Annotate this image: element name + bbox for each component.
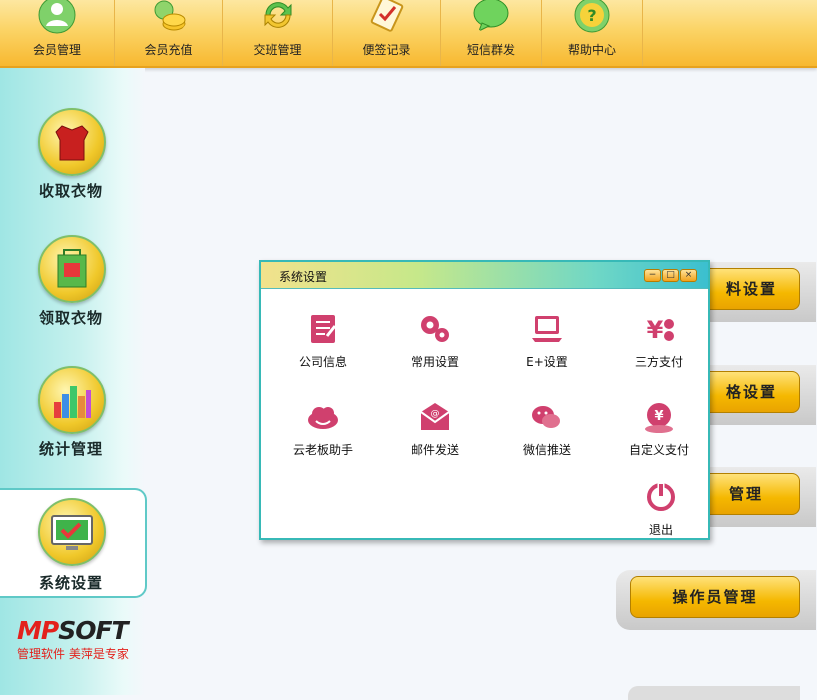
toolbar-member-management[interactable]: 会员管理 <box>0 0 115 66</box>
toolbar-label: 短信群发 <box>466 43 515 57</box>
operator-management-button[interactable]: 操作员管理 <box>616 570 816 630</box>
company-info-button[interactable]: 公司信息 <box>273 312 373 370</box>
dialog-title-bar[interactable]: 系统设置 − □ × <box>261 262 708 289</box>
svg-text:@: @ <box>431 409 440 419</box>
coat-icon <box>55 125 89 161</box>
toolbar-label: 会员管理 <box>32 43 81 57</box>
sidebar-icon-frame <box>38 235 106 303</box>
toolbar-sms-broadcast[interactable]: 短信群发 <box>441 0 542 66</box>
item-label: 退出 <box>648 523 673 537</box>
sidebar-icon-frame <box>38 498 106 566</box>
toolbar-label: 会员充值 <box>144 43 193 57</box>
mpsoft-logo: MPSOFT 管理软件 美萍是专家 <box>17 616 129 662</box>
company-info-icon <box>311 315 337 343</box>
help-icon: ? <box>574 0 610 33</box>
item-label: 公司信息 <box>298 355 347 369</box>
power-icon <box>647 483 675 511</box>
custom-payment-button[interactable]: ¥ 自定义支付 <box>609 400 709 458</box>
minimize-button[interactable]: − <box>644 269 661 282</box>
sidebar-item-receive-clothes[interactable]: 收取衣物 <box>0 108 145 218</box>
svg-text:¥: ¥ <box>647 316 664 344</box>
maximize-button[interactable]: □ <box>662 269 679 282</box>
cloud-boss-assistant-button[interactable]: 云老板助手 <box>273 400 373 458</box>
yen-icon: ¥ <box>647 316 674 344</box>
partial-button <box>628 686 800 700</box>
toolbar-label: 交班管理 <box>253 43 302 57</box>
sidebar-item-statistics[interactable]: 统计管理 <box>0 366 145 476</box>
logo-soft: SOFT <box>58 616 128 645</box>
wechat-push-button[interactable]: 微信推送 <box>497 400 597 458</box>
sidebar-item-label: 统计管理 <box>38 440 103 458</box>
toolbar-notes-record[interactable]: 便签记录 <box>333 0 441 66</box>
monitor-icon <box>51 515 93 550</box>
sidebar-icon-frame <box>38 366 106 434</box>
item-label: 三方支付 <box>634 355 683 369</box>
email-send-button[interactable]: @ 邮件发送 <box>385 400 485 458</box>
dialog-title: 系统设置 <box>279 270 328 284</box>
member-icon <box>38 0 76 34</box>
common-settings-button[interactable]: 常用设置 <box>385 312 485 370</box>
toolbar-help-center[interactable]: ? 帮助中心 <box>542 0 643 66</box>
item-label: E+设置 <box>526 355 568 369</box>
recharge-icon <box>154 0 185 31</box>
toolbar-shift-management[interactable]: 交班管理 <box>223 0 333 66</box>
third-party-payment-button[interactable]: ¥ 三方支付 <box>609 312 709 370</box>
button-face: 操作员管理 <box>630 576 800 618</box>
item-label: 邮件发送 <box>410 443 459 457</box>
wechat-icon <box>532 406 560 428</box>
toolbar-member-recharge[interactable]: 会员充值 <box>115 0 223 66</box>
svg-text:¥: ¥ <box>654 409 663 424</box>
toolbar-label: 便签记录 <box>362 43 411 57</box>
sidebar-item-label: 系统设置 <box>38 574 103 592</box>
system-settings-dialog: 系统设置 − □ × 公司信息 常用设置 E+设置 ¥ 三方支付 云老板助手 @… <box>259 260 710 540</box>
logo-brand: MPSOFT <box>17 616 129 645</box>
left-sidebar: 收取衣物 领取衣物 统计管理 系统设置 MPSOFT 管理软件 美萍是专家 <box>0 68 147 695</box>
sidebar-item-label: 领取衣物 <box>38 309 103 327</box>
bag-icon <box>57 249 87 288</box>
cloud-icon <box>308 407 338 429</box>
item-label: 常用设置 <box>410 355 459 369</box>
svg-text:?: ? <box>587 6 596 25</box>
notes-icon <box>370 0 403 32</box>
custom-pay-icon: ¥ <box>645 403 673 433</box>
logo-slogan: 管理软件 美萍是专家 <box>17 647 129 661</box>
logo-mp: MP <box>17 616 59 645</box>
mail-icon: @ <box>420 403 450 430</box>
sidebar-item-label: 收取衣物 <box>38 182 103 200</box>
item-label: 微信推送 <box>522 443 571 457</box>
sidebar-item-collect-clothes[interactable]: 领取衣物 <box>0 235 145 345</box>
stats-icon <box>54 386 91 418</box>
e-plus-settings-button[interactable]: E+设置 <box>497 312 597 370</box>
exit-button[interactable]: 退出 <box>611 480 711 538</box>
shift-icon <box>264 2 291 28</box>
item-label: 云老板助手 <box>292 443 353 457</box>
laptop-icon <box>532 316 562 342</box>
close-button[interactable]: × <box>680 269 697 282</box>
sms-icon <box>473 0 509 33</box>
sidebar-icon-frame <box>38 108 106 176</box>
toolbar-label: 帮助中心 <box>567 43 616 57</box>
item-label: 自定义支付 <box>628 443 689 457</box>
sidebar-item-system-settings[interactable]: 系统设置 <box>0 488 147 598</box>
gears-icon <box>421 316 449 342</box>
top-toolbar: 会员管理 会员充值 交班管理 便签记录 短信群发 ? 帮助中心 <box>0 0 817 68</box>
